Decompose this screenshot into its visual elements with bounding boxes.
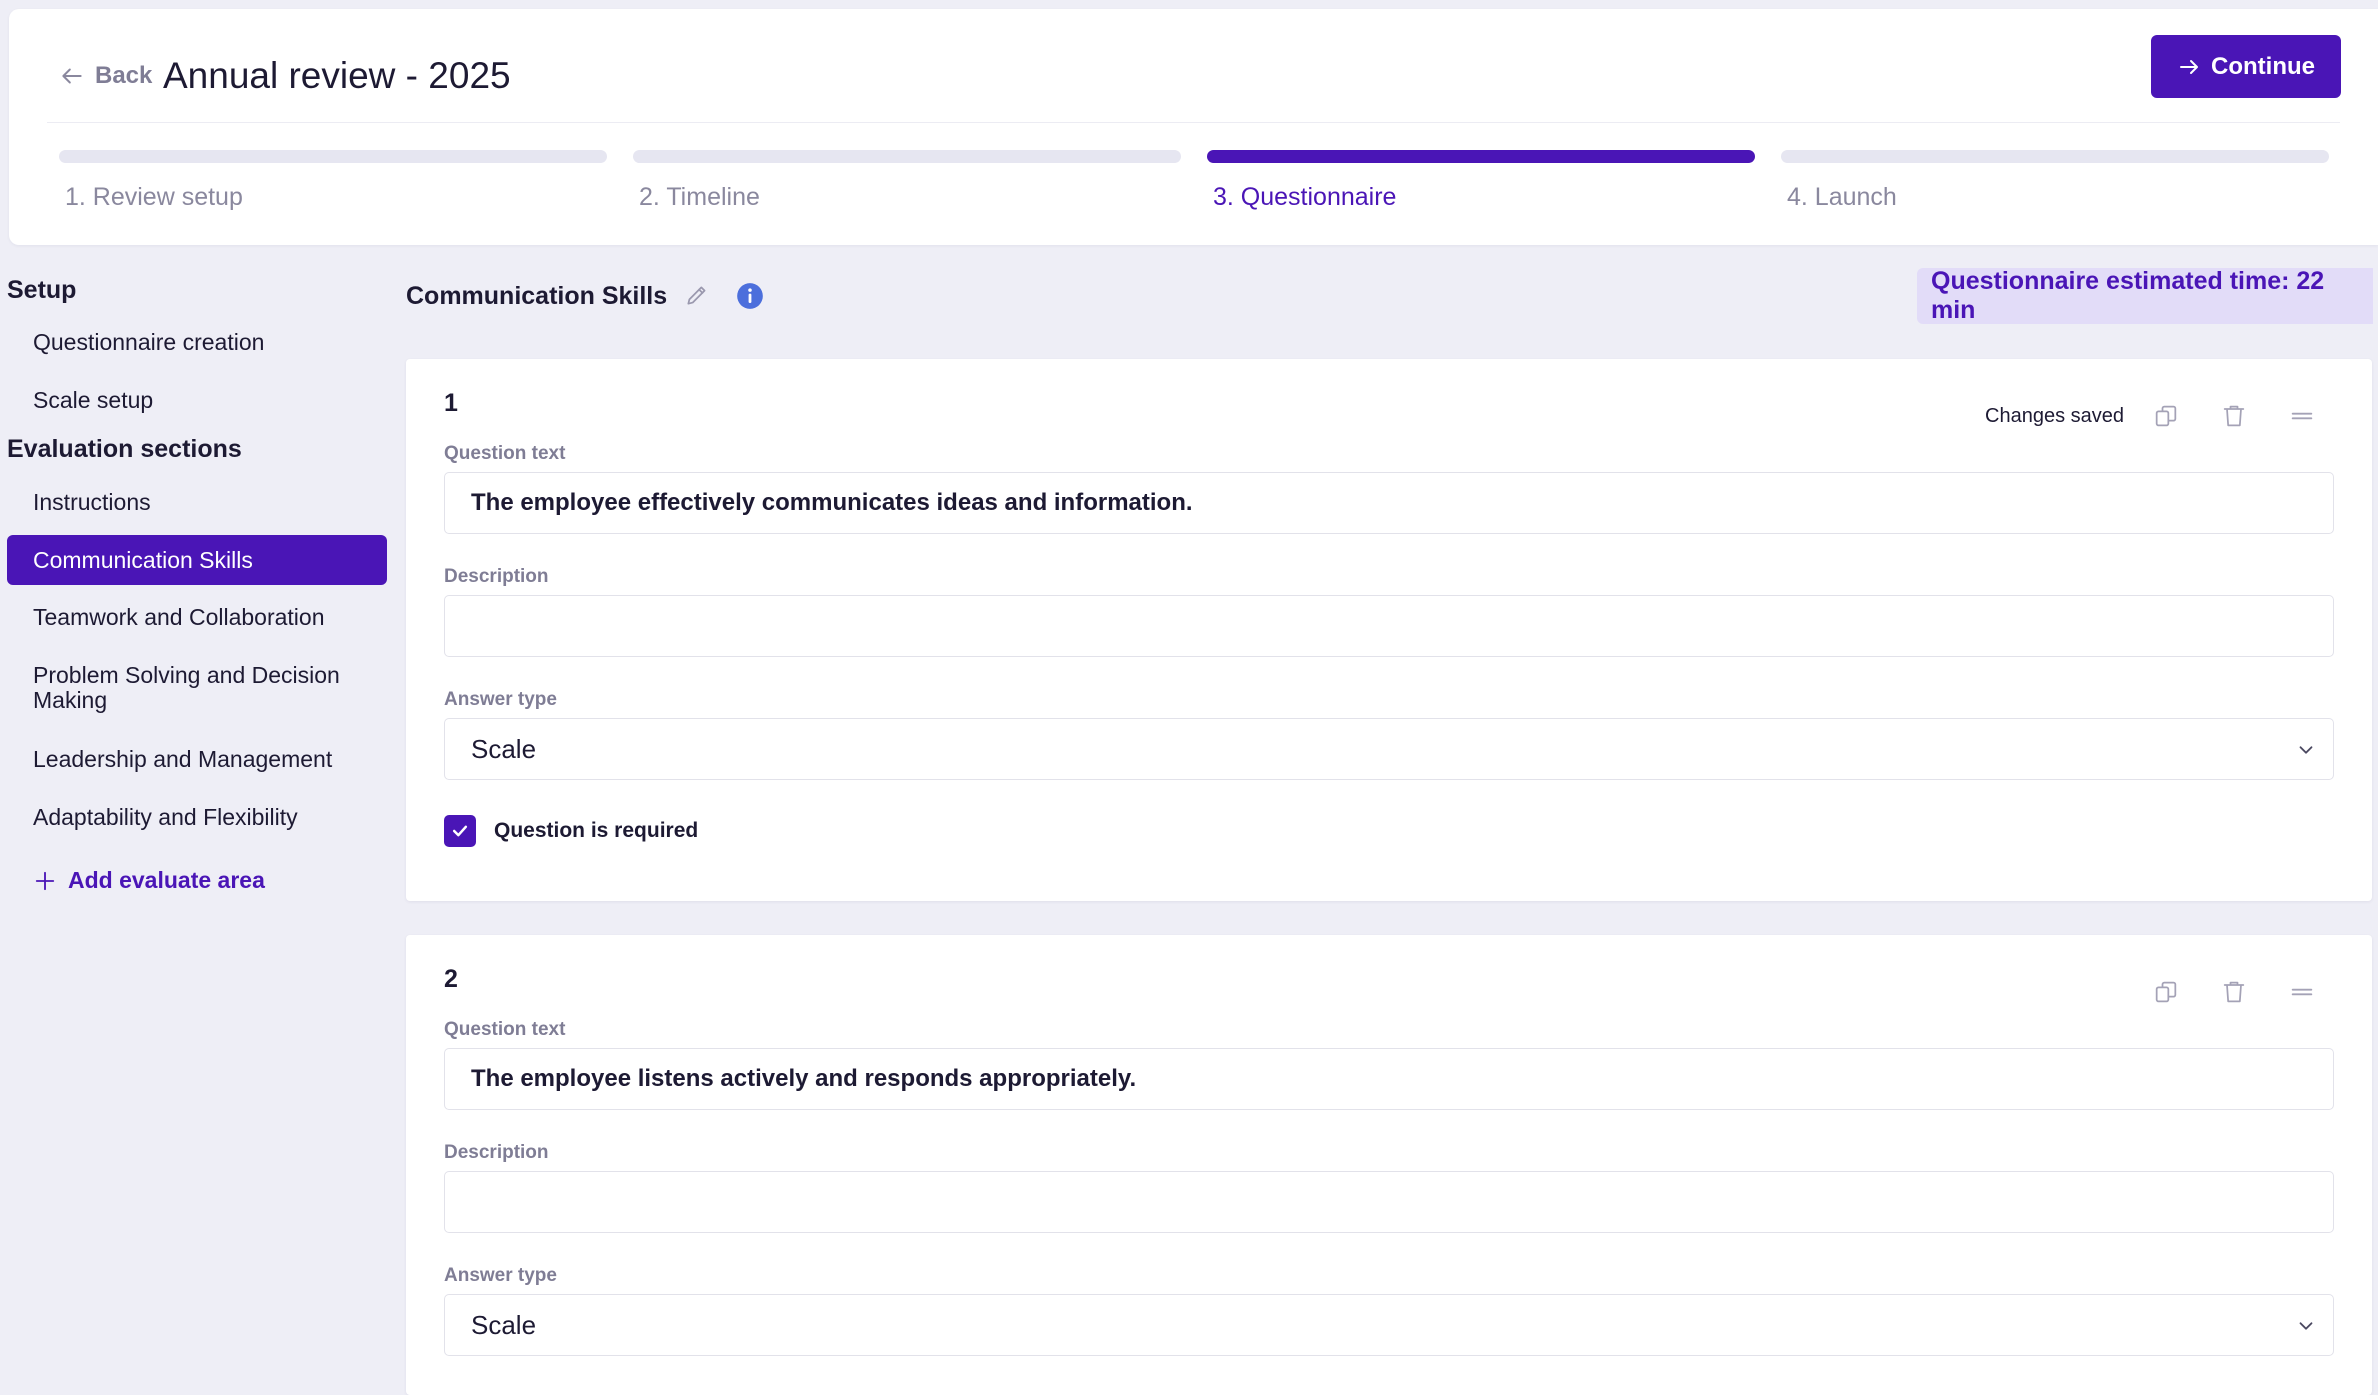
question-text-label: Question text (444, 1019, 566, 1040)
answer-type-label: Answer type (444, 1265, 557, 1286)
step-label: 2. Timeline (639, 183, 760, 211)
step-progress-bar (59, 150, 607, 163)
sidebar-item-teamwork[interactable]: Teamwork and Collaboration (7, 605, 387, 630)
required-checkbox[interactable] (444, 815, 476, 847)
description-input[interactable] (444, 595, 2334, 657)
sidebar-item-leadership[interactable]: Leadership and Management (7, 747, 387, 772)
step-label: 3. Questionnaire (1213, 183, 1397, 211)
continue-button[interactable]: Continue (2151, 35, 2341, 98)
estimated-time-badge: Questionnaire estimated time: 22 min (1917, 267, 2373, 324)
step-progress-bar (1781, 150, 2329, 163)
step-launch[interactable]: 4. Launch (1781, 150, 2329, 212)
copy-icon[interactable] (2152, 402, 2180, 430)
page-title: Annual review - 2025 (163, 55, 511, 96)
arrow-right-icon (2180, 59, 2198, 74)
chevron-down-icon (2299, 746, 2313, 754)
step-label: 1. Review setup (65, 183, 243, 211)
back-button[interactable]: Back (59, 51, 152, 101)
question-card: 2 Question text The employee listens act… (406, 935, 2372, 1395)
stepper: 1. Review setup 2. Timeline 3. Questionn… (59, 150, 2348, 220)
save-status: Changes saved (1985, 404, 2124, 427)
sidebar-item-questionnaire-creation[interactable]: Questionnaire creation (7, 330, 387, 355)
step-progress-bar (1207, 150, 1755, 163)
answer-type-select[interactable]: Scale (444, 718, 2334, 780)
sidebar-item-problem-solving[interactable]: Problem Solving and Decision Making (7, 663, 367, 713)
trash-icon[interactable] (2220, 978, 2248, 1006)
answer-type-select[interactable]: Scale (444, 1294, 2334, 1356)
sidebar-heading-setup: Setup (7, 276, 77, 304)
description-input[interactable] (444, 1171, 2334, 1233)
step-label: 4. Launch (1787, 183, 1897, 211)
trash-icon[interactable] (2220, 402, 2248, 430)
question-text-input[interactable]: The employee effectively communicates id… (444, 472, 2334, 534)
header-divider (47, 122, 2340, 123)
answer-type-value: Scale (471, 733, 537, 764)
drag-handle-icon[interactable] (2288, 402, 2316, 430)
question-number: 1 (444, 389, 458, 417)
check-icon (452, 825, 468, 837)
info-icon[interactable] (736, 282, 764, 310)
step-timeline[interactable]: 2. Timeline (633, 150, 1181, 212)
sidebar-item-instructions[interactable]: Instructions (7, 490, 387, 515)
question-actions (2152, 977, 2316, 1007)
sidebar-item-communication-skills[interactable]: Communication Skills (7, 535, 387, 585)
add-evaluate-area-button[interactable]: Add evaluate area (34, 867, 265, 894)
description-label: Description (444, 566, 549, 587)
required-row: Question is required (444, 815, 698, 847)
back-label: Back (95, 62, 153, 89)
sidebar-item-adaptability[interactable]: Adaptability and Flexibility (7, 805, 387, 830)
add-evaluate-area-label: Add evaluate area (68, 867, 265, 893)
chevron-down-icon (2299, 1322, 2313, 1330)
step-review-setup[interactable]: 1. Review setup (59, 150, 607, 212)
sidebar-heading-evaluation-sections: Evaluation sections (7, 435, 242, 463)
sidebar-item-scale-setup[interactable]: Scale setup (7, 388, 387, 413)
arrow-left-icon (62, 68, 82, 84)
required-label: Question is required (494, 819, 699, 842)
plus-icon (35, 871, 55, 890)
question-number: 2 (444, 965, 458, 993)
pencil-icon[interactable] (684, 282, 710, 308)
copy-icon[interactable] (2152, 978, 2180, 1006)
step-questionnaire[interactable]: 3. Questionnaire (1207, 150, 1755, 212)
question-actions: Changes saved (1985, 401, 2316, 431)
description-label: Description (444, 1142, 549, 1163)
page-header: Back Annual review - 2025 Continue 1. Re… (9, 9, 2378, 245)
question-card: 1 Changes saved Question text The employ… (406, 359, 2372, 901)
section-title: Communication Skills (406, 281, 668, 310)
question-text-input[interactable]: The employee listens actively and respon… (444, 1048, 2334, 1110)
answer-type-value: Scale (471, 1309, 537, 1340)
answer-type-label: Answer type (444, 689, 557, 710)
continue-label: Continue (2211, 52, 2315, 80)
drag-handle-icon[interactable] (2288, 978, 2316, 1006)
step-progress-bar (633, 150, 1181, 163)
question-text-label: Question text (444, 443, 566, 464)
